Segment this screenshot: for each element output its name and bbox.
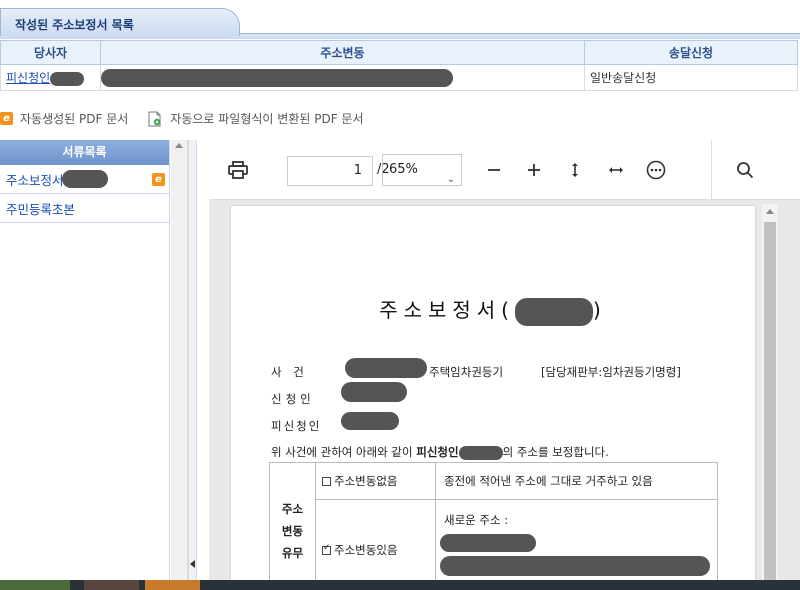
delivery-column-header: 송달신청 <box>584 40 798 65</box>
search-icon[interactable] <box>733 158 757 182</box>
legend-converted-pdf: 자동으로 파일형식이 변환된 PDF 문서 <box>148 110 364 127</box>
respondent-label: 피신청인 <box>271 419 322 433</box>
redaction <box>101 68 453 87</box>
party-column-header: 당사자 <box>0 40 101 65</box>
redaction <box>61 170 108 188</box>
zoom-in-icon[interactable] <box>522 158 546 182</box>
table-row: 주소변동있음 새로운 주소 : <box>270 499 718 580</box>
document-title: 주소보정서() <box>231 294 755 326</box>
document-list: 서류목록 주소보정서 e 주민등록초본 <box>0 140 170 590</box>
no-change-cell: 주소변동없음 <box>315 462 436 500</box>
fit-width-icon[interactable] <box>604 158 628 182</box>
redaction <box>440 534 536 552</box>
scroll-thumb[interactable] <box>764 222 776 580</box>
section-label: 주소 변동 유무 <box>269 462 316 580</box>
table-row: 주소 변동 유무 주소변동없음 종전에 적어낸 주소에 그대로 거주하고 있음 <box>269 462 718 580</box>
fit-height-icon[interactable] <box>563 158 587 182</box>
redaction <box>440 556 710 576</box>
case-department: [담당재판부:임차권등기명령] <box>541 365 681 379</box>
edoc-icon: e <box>0 111 13 125</box>
redaction <box>50 71 85 86</box>
party-cell: 피신청인 <box>0 64 101 91</box>
table-row: 피신청인 일반송달신청 <box>0 64 798 91</box>
delivery-cell: 일반송달신청 <box>584 64 798 91</box>
chevron-down-icon: ⌄ <box>446 174 455 185</box>
converted-doc-icon <box>148 111 162 126</box>
applicant-label: 신청인 <box>271 392 315 406</box>
redaction <box>458 445 503 460</box>
legend-auto-pdf: e 자동생성된 PDF 문서 <box>0 110 128 127</box>
scroll-up-icon[interactable] <box>766 209 774 214</box>
tab-strip: 작성된 주소보정서 목록 <box>0 0 800 40</box>
panel-splitter[interactable] <box>188 140 197 580</box>
taskbar-item[interactable] <box>0 580 70 590</box>
document-type-legend: e 자동생성된 PDF 문서 자동으로 파일형식이 변환된 PDF 문서 <box>0 108 384 128</box>
tab-address-correction-list[interactable]: 작성된 주소보정서 목록 <box>0 8 240 36</box>
respondent-link[interactable]: 피신청인 <box>6 71 50 85</box>
taskbar-item[interactable] <box>145 580 200 590</box>
print-icon[interactable] <box>226 158 250 182</box>
new-address-cell: 새로운 주소 : <box>435 499 718 580</box>
intro-sentence: 위 사건에 관하여 아래와 같이 피신청인 의 주소를 보정합니다. <box>271 445 609 460</box>
scroll-up-icon[interactable] <box>175 143 183 148</box>
document-list-scrollbar[interactable] <box>171 140 188 580</box>
redaction <box>341 412 399 430</box>
no-change-desc: 종전에 적어낸 주소에 그대로 거주하고 있음 <box>435 462 718 500</box>
list-item-resident-registration[interactable]: 주민등록초본 <box>0 194 169 223</box>
collapse-left-icon[interactable] <box>190 560 195 568</box>
taskbar <box>0 580 800 590</box>
pdf-scrollbar[interactable] <box>762 204 778 580</box>
more-icon[interactable] <box>644 158 668 182</box>
party-table: 당사자 주소변동 송달신청 피신청인 일반송달신청 <box>0 40 798 91</box>
address-change-cell <box>100 64 585 91</box>
edoc-icon: e <box>152 173 165 186</box>
checkbox-change <box>322 543 331 555</box>
party-table-header: 당사자 주소변동 송달신청 <box>0 40 798 65</box>
document-list-header: 서류목록 <box>0 140 169 165</box>
pdf-viewer: 1 /2 65% ⌄ 주소보정서() 사 건 주택임차권등기 [담당재판부:임차… <box>209 140 800 580</box>
pdf-page: 주소보정서() 사 건 주택임차권등기 [담당재판부:임차권등기명령] 신청인 … <box>231 206 755 580</box>
address-change-column-header: 주소변동 <box>100 40 585 65</box>
address-change-table: 주소 변동 유무 주소변동없음 종전에 적어낸 주소에 그대로 거주하고 있음 … <box>269 462 718 580</box>
change-cell: 주소변동있음 <box>315 499 436 580</box>
pdf-toolbar: 1 /2 65% ⌄ <box>209 140 800 200</box>
redaction <box>341 382 407 402</box>
checkbox-no-change <box>322 477 331 486</box>
case-label: 사 건 <box>271 365 308 379</box>
zoom-select[interactable]: 65% ⌄ <box>382 154 462 186</box>
list-item-address-correction[interactable]: 주소보정서 e <box>0 165 169 194</box>
toolbar-divider <box>711 140 712 200</box>
redaction <box>515 297 593 326</box>
taskbar-item[interactable] <box>84 580 139 590</box>
page-number-input[interactable]: 1 <box>287 156 373 186</box>
redaction <box>345 358 427 378</box>
zoom-out-icon[interactable] <box>482 158 506 182</box>
case-type: 주택임차권등기 <box>429 365 504 379</box>
